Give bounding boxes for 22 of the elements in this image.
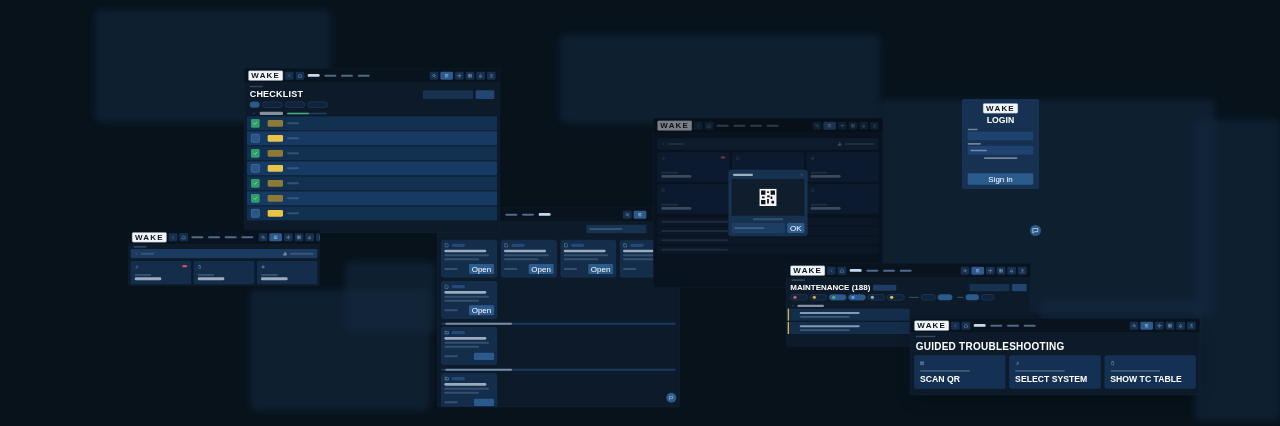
open-button[interactable]: Open xyxy=(469,305,494,316)
card-title: SELECT SYSTEM xyxy=(1015,374,1089,383)
ok-button[interactable]: OK xyxy=(787,223,805,233)
logo: WAKE xyxy=(132,232,167,243)
logo: WAKE xyxy=(248,70,284,81)
logo: WAKE xyxy=(914,320,950,331)
sign-in-button[interactable]: Sign in xyxy=(967,173,1034,185)
open-button[interactable]: Open xyxy=(588,264,614,274)
logo: WAKE xyxy=(657,120,693,131)
page-title: CHECKLIST xyxy=(249,90,304,99)
open-button[interactable]: Open xyxy=(469,264,494,274)
option-card[interactable]: SCAN QR xyxy=(914,355,1006,389)
page-title: GUIDED TROUBLESHOOTING xyxy=(914,339,1066,354)
option-card[interactable]: SELECT SYSTEM xyxy=(1009,355,1101,389)
card-title: SHOW TC TABLE xyxy=(1110,374,1183,383)
logo: WAKE xyxy=(983,103,1018,114)
open-button[interactable]: Open xyxy=(528,264,554,274)
option-card[interactable]: SHOW TC TABLE xyxy=(1104,355,1196,389)
login-title: LOGIN xyxy=(986,116,1015,125)
logo: WAKE xyxy=(790,265,826,276)
card-title: SCAN QR xyxy=(920,374,961,383)
page-title: MAINTENANCE (188) xyxy=(790,283,871,292)
